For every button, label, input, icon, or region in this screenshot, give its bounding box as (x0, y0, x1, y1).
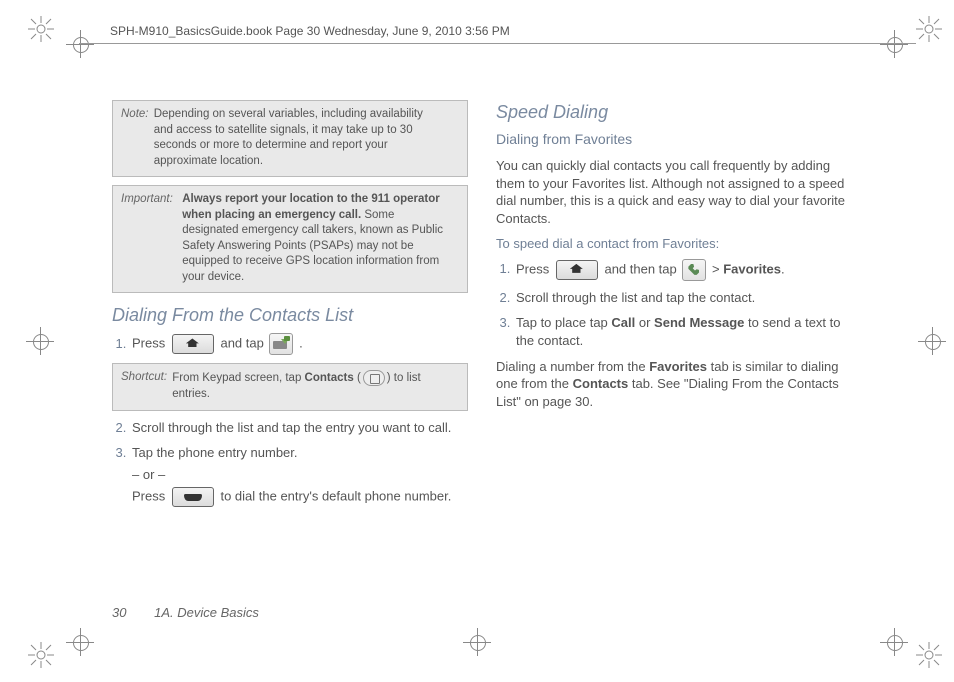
crop-mark-icon (880, 628, 908, 656)
page-footer: 30 1A. Device Basics (112, 605, 259, 620)
header-rule (79, 43, 916, 44)
crop-mark-icon (26, 327, 54, 355)
shortcut-text: From Keypad screen, tap Contacts () to l… (172, 370, 444, 402)
important-label: Important: (121, 192, 177, 208)
important-text: Always report your location to the 911 o… (182, 192, 450, 285)
crop-mark-icon (918, 327, 946, 355)
left-column: Note: Depending on several variables, in… (112, 100, 468, 515)
registration-mark-icon (26, 14, 56, 44)
contacts-steps-cont: Scroll through the list and tap the entr… (112, 419, 468, 508)
call-key-icon (172, 487, 214, 507)
shortcut-callout: Shortcut: From Keypad screen, tap Contac… (112, 363, 468, 410)
crop-mark-icon (463, 628, 491, 656)
note-text: Depending on several variables, includin… (154, 107, 434, 169)
or-divider: – or – (132, 466, 468, 484)
chapter-title: 1A. Device Basics (154, 605, 259, 620)
contacts-step-1: Press and tap . (130, 333, 468, 355)
favorites-tail: Dialing a number from the Favorites tab … (496, 358, 852, 411)
section-heading-dialing-contacts: Dialing From the Contacts List (112, 303, 468, 327)
contacts-step-2: Scroll through the list and tap the entr… (130, 419, 468, 437)
right-column: Speed Dialing Dialing from Favorites You… (496, 100, 852, 515)
favorites-intro: You can quickly dial contacts you call f… (496, 157, 852, 227)
sub-heading-favorites: Dialing from Favorites (496, 130, 852, 149)
contacts-softkey-icon (363, 370, 385, 386)
crop-mark-icon (880, 30, 908, 58)
header-doc-stamp: SPH-M910_BasicsGuide.book Page 30 Wednes… (110, 24, 510, 38)
crop-mark-icon (66, 628, 94, 656)
home-key-icon (556, 260, 598, 280)
registration-mark-icon (914, 640, 944, 670)
contacts-step-3: Tap the phone entry number. – or – Press… (130, 444, 468, 507)
registration-mark-icon (26, 640, 56, 670)
favorites-step-3: Tap to place tap Call or Send Message to… (514, 314, 852, 349)
phone-app-icon (682, 259, 706, 281)
registration-mark-icon (914, 14, 944, 44)
important-bold: Always report your location to the 911 o… (182, 193, 440, 221)
contacts-step-3-alt: Press to dial the entry's default phone … (132, 487, 468, 507)
page-content: Note: Depending on several variables, in… (112, 100, 852, 620)
favorites-lead: To speed dial a contact from Favorites: (496, 235, 852, 253)
favorites-steps: Press and then tap > Favorites. Scroll t… (496, 259, 852, 350)
home-key-icon (172, 334, 214, 354)
shortcut-label: Shortcut: (121, 370, 167, 386)
favorites-step-1: Press and then tap > Favorites. (514, 259, 852, 281)
contacts-app-icon (269, 333, 293, 355)
important-callout: Important: Always report your location t… (112, 185, 468, 293)
note-callout: Note: Depending on several variables, in… (112, 100, 468, 177)
contacts-steps: Press and tap . (112, 333, 468, 355)
favorites-step-2: Scroll through the list and tap the cont… (514, 289, 852, 307)
note-label: Note: (121, 107, 149, 123)
crop-mark-icon (66, 30, 94, 58)
section-heading-speed-dialing: Speed Dialing (496, 100, 852, 124)
page-number: 30 (112, 605, 126, 620)
